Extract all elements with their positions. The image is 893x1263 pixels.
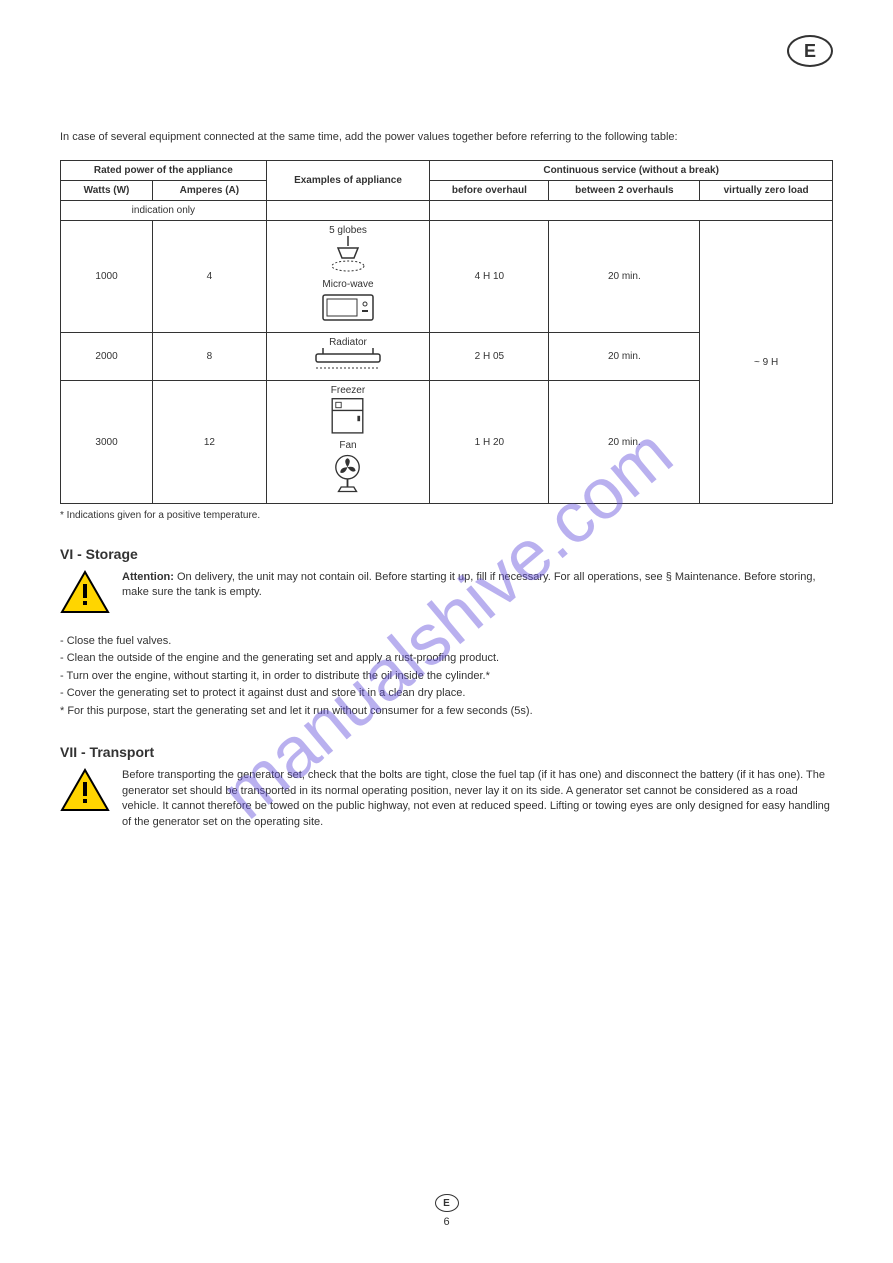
warning-body: Before transporting the generator set, c… (122, 769, 830, 827)
appliance-label: 5 globes (273, 225, 424, 236)
col-dc: Continuous service (without a break) (430, 161, 833, 181)
warning-icon (60, 768, 110, 813)
col-example: Examples of appliance (266, 161, 430, 201)
table-subheader-row: indication only (61, 201, 833, 221)
page-footer: E 6 (0, 1194, 893, 1228)
table-header-row-2: Watts (W) Amperes (A) before overhaul be… (61, 181, 833, 201)
microwave-icon (318, 290, 378, 325)
storage-list: - Close the fuel valves. - Clean the out… (60, 633, 833, 720)
col-between: between 2 overhauls (549, 181, 700, 201)
cell-watts: 2000 (61, 333, 153, 381)
storage-warning: Attention: On delivery, the unit may not… (60, 570, 833, 615)
appliance-power-table: Rated power of the appliance Examples of… (60, 160, 833, 504)
footer-letter: E (443, 1198, 450, 1209)
freezer-icon (325, 396, 370, 437)
table-footnote: * Indications given for a positive tempe… (60, 510, 833, 521)
col-watts: Watts (W) (61, 181, 153, 201)
warning-label: Attention: (122, 571, 174, 583)
cell-before: 1 H 20 (430, 381, 549, 504)
intro-text: In case of several equipment connected a… (60, 130, 833, 145)
warning-body: On delivery, the unit may not contain oi… (122, 571, 816, 598)
col-power: Rated power of the appliance (61, 161, 267, 181)
col-amperes: Amperes (A) (153, 181, 267, 201)
sub-empty2 (430, 201, 833, 221)
page-number: 6 (0, 1216, 893, 1228)
warning-icon (60, 570, 110, 615)
appliance-label: Fan (273, 440, 424, 451)
list-item: - Clean the outside of the engine and th… (60, 650, 833, 667)
radiator-icon (308, 348, 388, 373)
warning-text: Before transporting the generator set, c… (122, 768, 833, 830)
sub-empty (266, 201, 430, 221)
cell-amperes: 12 (153, 381, 267, 504)
cell-appliance: Freezer Fan (266, 381, 430, 504)
transport-warning: Before transporting the generator set, c… (60, 768, 833, 830)
cell-appliance: 5 globes Micro-wave (266, 221, 430, 333)
cell-virtually: ~ 9 H (700, 221, 833, 504)
cell-before: 2 H 05 (430, 333, 549, 381)
col-virtually: virtually zero load (700, 181, 833, 201)
cell-before: 4 H 10 (430, 221, 549, 333)
cell-watts: 1000 (61, 221, 153, 333)
cell-amperes: 8 (153, 333, 267, 381)
sub-indicative: indication only (61, 201, 267, 221)
cell-watts: 3000 (61, 381, 153, 504)
page-language-badge: E (787, 35, 833, 67)
list-item: - Turn over the engine, without starting… (60, 668, 833, 685)
appliance-label: Freezer (273, 385, 424, 396)
list-item: * For this purpose, start the generating… (60, 703, 833, 720)
appliance-label: Micro-wave (273, 279, 424, 290)
section-storage-title: VI - Storage (60, 546, 833, 562)
col-before: before overhaul (430, 181, 549, 201)
cell-between: 20 min. (549, 221, 700, 333)
footer-language-badge: E (435, 1194, 459, 1212)
lamp-icon (318, 236, 378, 276)
list-item: - Cover the generating set to protect it… (60, 685, 833, 702)
fan-icon (325, 451, 370, 496)
cell-amperes: 4 (153, 221, 267, 333)
cell-between: 20 min. (549, 333, 700, 381)
cell-between: 20 min. (549, 381, 700, 504)
appliance-label: Radiator (273, 337, 424, 348)
table-header-row-1: Rated power of the appliance Examples of… (61, 161, 833, 181)
badge-letter: E (804, 41, 816, 62)
list-item: - Close the fuel valves. (60, 633, 833, 650)
warning-text: Attention: On delivery, the unit may not… (122, 570, 833, 601)
cell-appliance: Radiator (266, 333, 430, 381)
table-row: 1000 4 5 globes Micro-wave 4 H 10 20 min… (61, 221, 833, 333)
section-transport-title: VII - Transport (60, 744, 833, 760)
